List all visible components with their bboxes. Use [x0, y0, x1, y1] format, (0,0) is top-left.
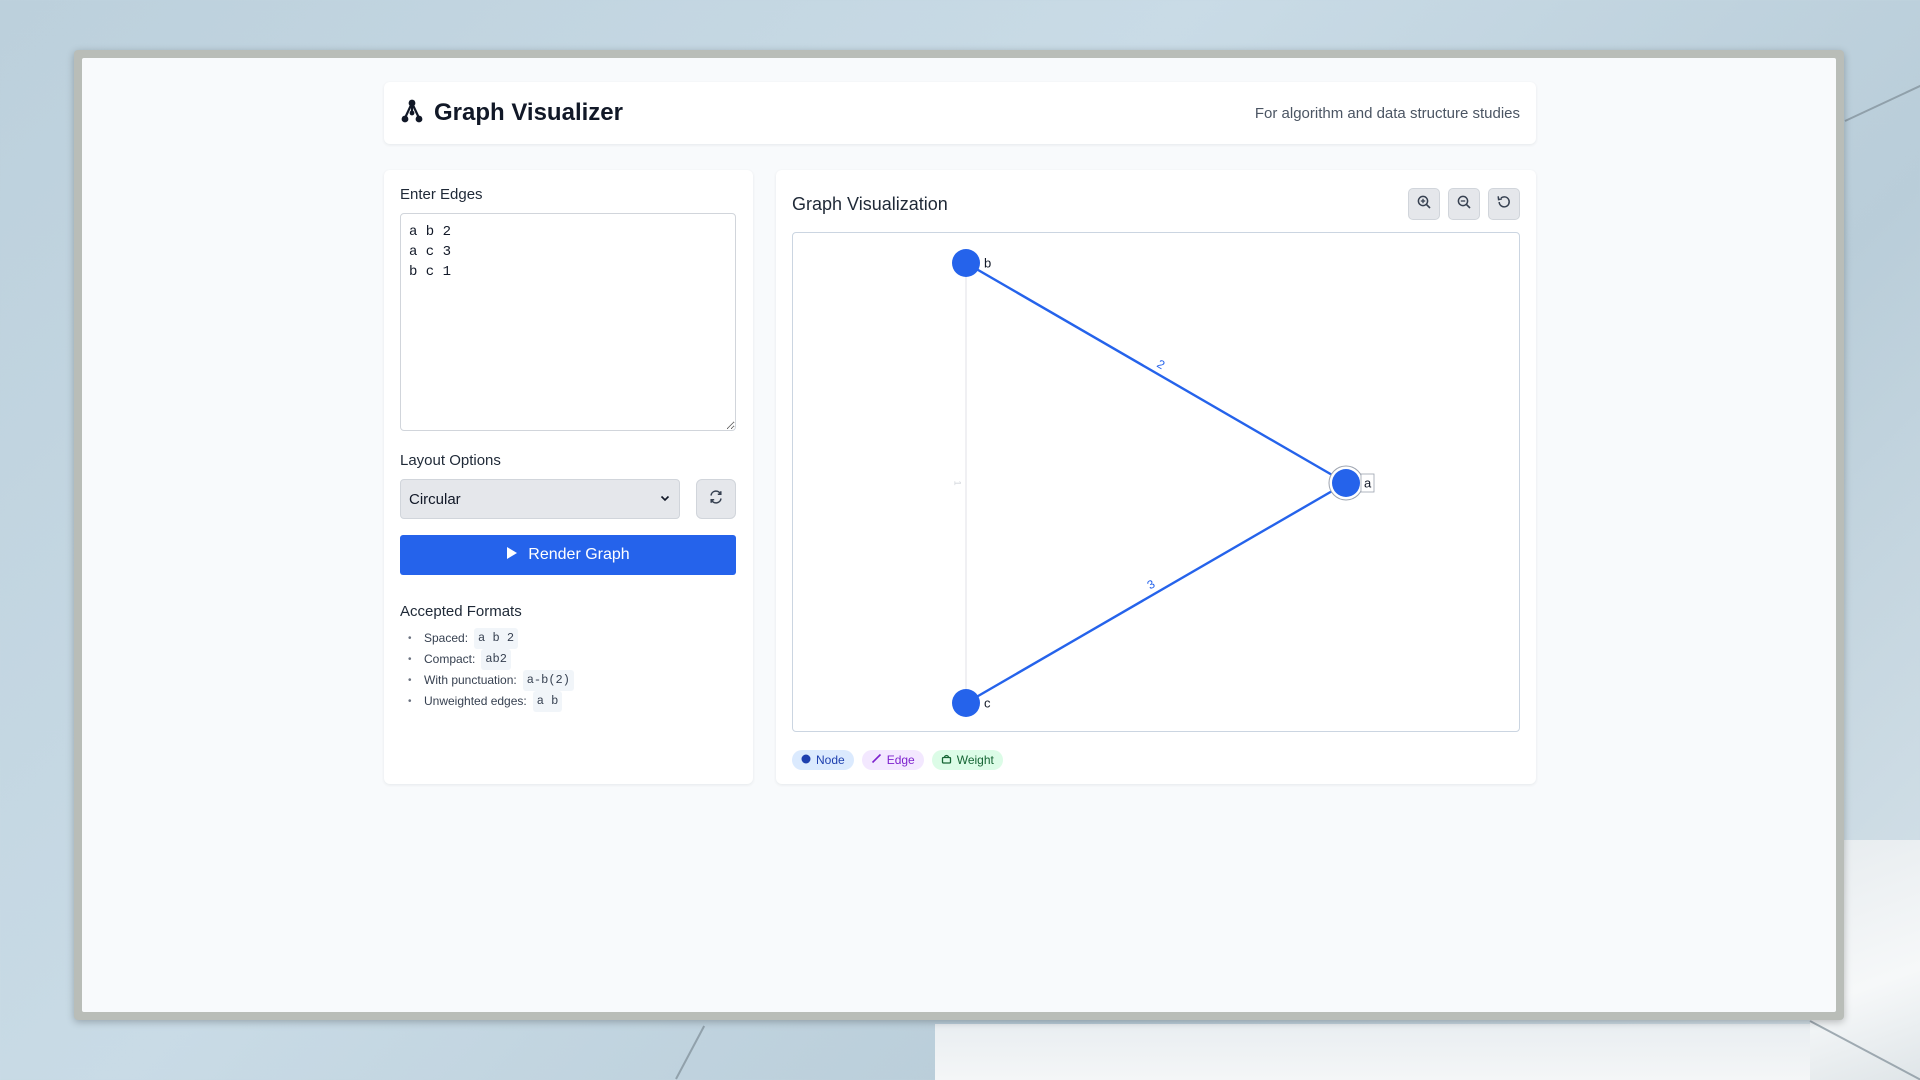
- list-item: • With punctuation: a-b(2): [408, 670, 737, 691]
- desktop-line: [675, 1025, 706, 1080]
- render-graph-button[interactable]: Render Graph: [400, 535, 736, 575]
- formats-list: • Spaced: a b 2 • Compact: ab2 • With punctua…: [400, 628, 737, 712]
- format-label: Compact:: [424, 652, 476, 666]
- legend-node: Node: [792, 750, 854, 770]
- edge-weight-label: 1: [953, 480, 963, 485]
- chevron-down-icon: [659, 491, 671, 508]
- layout-row: Circular: [400, 479, 737, 519]
- edge-weight-label: 3: [1145, 577, 1158, 593]
- zoom-out-icon: [1456, 194, 1472, 215]
- play-icon: [506, 546, 518, 565]
- zoom-out-button[interactable]: [1448, 188, 1480, 220]
- render-graph-label: Render Graph: [528, 546, 630, 563]
- graph-edge-a-b[interactable]: [965, 261, 1347, 485]
- app-title: Graph Visualizer: [434, 99, 623, 126]
- node-dot-icon: [801, 753, 811, 767]
- zoom-in-icon: [1416, 194, 1432, 215]
- graph-edge-a-c[interactable]: [965, 481, 1347, 705]
- format-label: Spaced:: [424, 631, 469, 645]
- format-example: a b: [532, 691, 563, 712]
- edges-input[interactable]: [400, 213, 736, 431]
- desktop-background-strip: [935, 1024, 1920, 1080]
- zoom-in-button[interactable]: [1408, 188, 1440, 220]
- legend-weight-label: Weight: [956, 753, 994, 767]
- legend-edge: Edge: [861, 750, 924, 770]
- legend: Node Edge Weight: [792, 750, 1003, 770]
- layout-select[interactable]: Circular: [400, 479, 680, 519]
- weight-icon: [941, 753, 952, 767]
- graph-node-b[interactable]: [952, 249, 980, 277]
- list-item: • Spaced: a b 2: [408, 628, 737, 649]
- layout-label: Layout Options: [400, 452, 501, 469]
- legend-weight: Weight: [931, 750, 1003, 770]
- zoom-controls: [1408, 188, 1520, 220]
- visualization-header: Graph Visualization: [792, 188, 1520, 220]
- format-example: a b 2: [474, 628, 519, 649]
- graph-canvas[interactable]: 2 3 1 a b c: [792, 232, 1520, 732]
- graph-node-label: b: [984, 255, 991, 270]
- visualization-panel: Graph Visualization 2 3 1 a b c Node Edg…: [776, 170, 1536, 784]
- graph-nodes-icon: [400, 98, 424, 129]
- refresh-layout-button[interactable]: [696, 479, 736, 519]
- graph-node-label: a: [1364, 475, 1372, 490]
- format-example: ab2: [481, 649, 511, 670]
- formats-title: Accepted Formats: [400, 603, 522, 620]
- graph-svg: 2 3 1 a b c: [952, 249, 1375, 717]
- edges-label: Enter Edges: [400, 186, 483, 203]
- list-item: • Compact: ab2: [408, 649, 737, 670]
- edge-line-icon: [871, 753, 882, 767]
- edge-weight-label: 2: [1155, 357, 1168, 373]
- desktop-line: [1844, 82, 1920, 122]
- app-header: Graph Visualizer For algorithm and data …: [384, 82, 1536, 144]
- reset-view-button[interactable]: [1488, 188, 1520, 220]
- reset-view-icon: [1496, 194, 1512, 215]
- legend-edge-label: Edge: [886, 753, 915, 767]
- format-example: a-b(2): [522, 670, 574, 691]
- graph-node-a[interactable]: [1332, 469, 1360, 497]
- layout-selected-value: Circular: [409, 490, 461, 508]
- app-content: Graph Visualizer For algorithm and data …: [82, 58, 1836, 1012]
- graph-node-c[interactable]: [952, 689, 980, 717]
- app-subtitle: For algorithm and data structure studies: [1254, 104, 1520, 122]
- app-window: Graph Visualizer For algorithm and data …: [74, 50, 1844, 1020]
- legend-node-label: Node: [816, 753, 845, 767]
- brand: Graph Visualizer: [400, 98, 623, 129]
- graph-node-label: c: [984, 695, 991, 710]
- list-item: • Unweighted edges: a b: [408, 691, 737, 712]
- input-panel: Enter Edges Layout Options Circular: [384, 170, 753, 784]
- format-label: Unweighted edges:: [424, 694, 527, 708]
- refresh-icon: [708, 489, 724, 510]
- visualization-title: Graph Visualization: [792, 193, 948, 214]
- format-label: With punctuation:: [424, 673, 517, 687]
